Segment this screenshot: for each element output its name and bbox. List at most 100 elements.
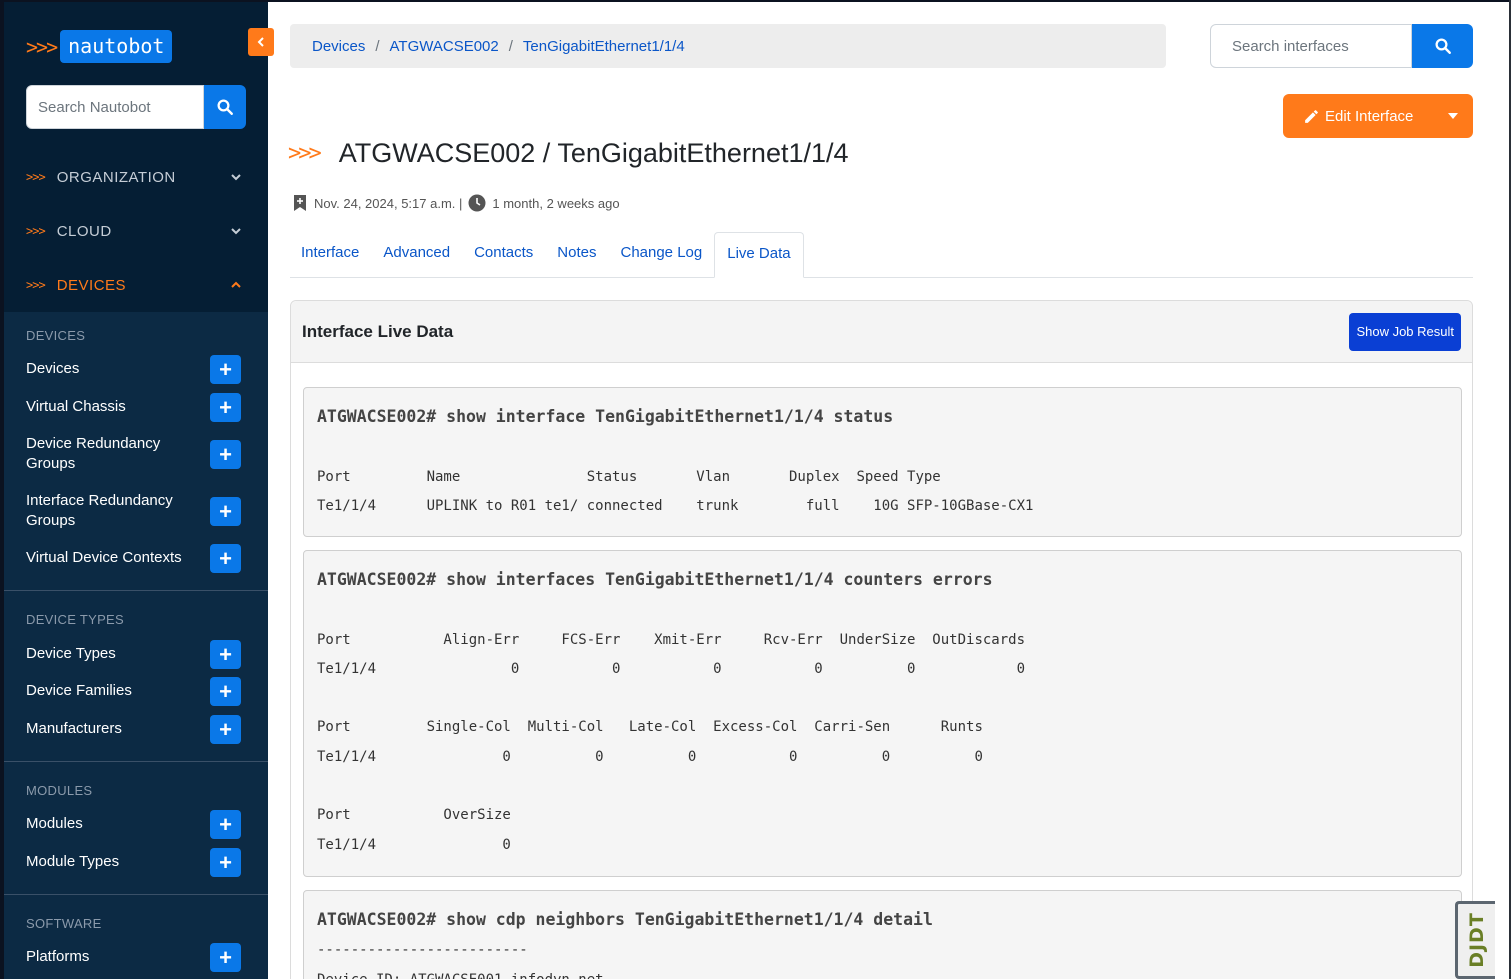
edit-interface-label: Edit Interface [1325, 107, 1414, 125]
breadcrumb-separator: / [508, 37, 513, 55]
plus-icon: + [219, 678, 232, 704]
object-metadata: Nov. 24, 2024, 5:17 a.m. | 1 month, 2 we… [292, 194, 620, 212]
breadcrumb-interface[interactable]: TenGigabitEthernet1/1/4 [523, 38, 685, 55]
sidebar-search [26, 85, 246, 129]
add-interface-redundancy-group-button[interactable]: + [210, 497, 241, 526]
add-device-button[interactable]: + [210, 355, 241, 384]
cli-command: ATGWACSE002# show cdp neighbors TenGigab… [317, 910, 933, 929]
live-data-panel: Interface Live Data Show Job Result ATGW… [290, 300, 1473, 979]
nav-section-cloud[interactable]: >>> CLOUD [26, 216, 246, 246]
nav-section-label: ORGANIZATION [56, 168, 176, 186]
add-device-redundancy-group-button[interactable]: + [210, 440, 241, 469]
add-manufacturer-button[interactable]: + [210, 715, 241, 744]
title-chevrons-icon: >>> [288, 141, 322, 166]
created-timestamp: Nov. 24, 2024, 5:17 a.m. | [314, 195, 463, 211]
breadcrumb: Devices / ATGWACSE002 / TenGigabitEthern… [290, 24, 1166, 68]
page-title-row: >>> ATGWACSE002 / TenGigabitEthernet1/1/… [288, 138, 849, 169]
caret-down-icon [1448, 113, 1458, 119]
nav-section-label: DEVICES [56, 276, 127, 294]
interface-search-button[interactable] [1412, 24, 1473, 68]
search-icon [217, 99, 233, 115]
cli-command: ATGWACSE002# show interface TenGigabitEt… [317, 407, 894, 426]
plus-icon: + [219, 441, 232, 467]
group-title-software: SOFTWARE [26, 916, 102, 931]
group-title-devices: DEVICES [26, 328, 86, 343]
nav-section-label: CLOUD [56, 222, 112, 240]
tab-interface[interactable]: Interface [290, 232, 371, 277]
divider [4, 761, 268, 762]
add-module-type-button[interactable]: + [210, 848, 241, 877]
bookmark-icon [292, 194, 308, 212]
tab-contacts[interactable]: Contacts [462, 232, 545, 277]
cli-output: ------------------------- Device ID: ATG… [317, 942, 604, 979]
add-platform-button[interactable]: + [210, 943, 241, 972]
edit-interface-button[interactable]: Edit Interface [1283, 108, 1433, 125]
sidebar-search-input[interactable] [26, 85, 204, 129]
chevron-down-icon [231, 174, 241, 181]
divider [4, 894, 268, 895]
menu-item-label: Interface Redundancy Groups [26, 492, 173, 529]
sidebar-collapse-button[interactable] [248, 28, 274, 56]
devices-submenu: DEVICES Devices + Virtual Chassis + Devi… [4, 312, 268, 979]
pencil-icon [1305, 109, 1318, 123]
menu-item-label: Virtual Device Contexts [26, 549, 182, 566]
cli-output: Port Name Status Vlan Duplex Speed Type … [317, 468, 1034, 514]
nav-section-devices[interactable]: >>> DEVICES [26, 270, 246, 300]
sidebar: >>> nautobot >>> ORGANIZATION >>> CLOUD … [4, 2, 268, 979]
cli-output-block: ATGWACSE002# show interfaces TenGigabitE… [303, 550, 1462, 877]
plus-icon: + [219, 394, 232, 420]
menu-item-label: Virtual Chassis [26, 398, 126, 415]
interface-search [1210, 24, 1473, 68]
breadcrumb-separator: / [375, 37, 380, 55]
add-virtual-chassis-button[interactable]: + [210, 393, 241, 422]
plus-icon: + [219, 811, 232, 837]
chevron-left-icon [257, 37, 264, 47]
plus-icon: + [219, 849, 232, 875]
cli-output-block: ATGWACSE002# show cdp neighbors TenGigab… [303, 890, 1462, 979]
debug-toolbar-label: DJDT [1465, 912, 1488, 968]
cli-output: Port Align-Err FCS-Err Xmit-Err Rcv-Err … [317, 631, 1026, 853]
tab-change-log[interactable]: Change Log [608, 232, 714, 277]
add-virtual-device-context-button[interactable]: + [210, 544, 241, 573]
edit-interface-button-group: Edit Interface [1283, 94, 1473, 138]
breadcrumb-devices[interactable]: Devices [312, 38, 365, 55]
plus-icon: + [219, 716, 232, 742]
menu-item-label: Device Families [26, 682, 132, 699]
tab-advanced[interactable]: Advanced [371, 232, 462, 277]
menu-item-label: Device Redundancy Groups [26, 435, 161, 472]
plus-icon: + [219, 641, 232, 667]
divider [4, 590, 268, 591]
show-job-result-button[interactable]: Show Job Result [1349, 312, 1461, 351]
logo-text: nautobot [60, 30, 173, 63]
add-module-button[interactable]: + [210, 810, 241, 839]
breadcrumb-device[interactable]: ATGWACSE002 [390, 38, 499, 55]
nav-section-organization[interactable]: >>> ORGANIZATION [26, 162, 246, 192]
clock-icon [468, 194, 486, 212]
group-title-modules: MODULES [26, 783, 93, 798]
add-device-family-button[interactable]: + [210, 677, 241, 706]
nautobot-logo[interactable]: >>> nautobot [26, 30, 173, 63]
tab-live-data[interactable]: Live Data [714, 232, 804, 278]
menu-item-label: Module Types [26, 853, 120, 870]
search-icon [1435, 38, 1451, 54]
add-device-type-button[interactable]: + [210, 640, 241, 669]
menu-item-label: Platforms [26, 948, 90, 965]
interface-search-input[interactable] [1210, 24, 1412, 68]
page-title: ATGWACSE002 / TenGigabitEthernet1/1/4 [338, 138, 849, 168]
sidebar-search-button[interactable] [204, 85, 246, 129]
panel-title: Interface Live Data [302, 321, 454, 341]
panel-header: Interface Live Data Show Job Result [291, 301, 1472, 363]
chevron-down-icon [231, 228, 241, 235]
menu-item-label: Devices [26, 360, 80, 377]
cli-command: ATGWACSE002# show interfaces TenGigabitE… [317, 570, 993, 589]
menu-item-label: Device Types [26, 645, 116, 662]
edit-interface-dropdown-toggle[interactable] [1433, 94, 1473, 138]
plus-icon: + [219, 356, 232, 382]
debug-toolbar-handle[interactable]: DJDT [1455, 901, 1495, 979]
updated-ago: 1 month, 2 weeks ago [492, 195, 620, 211]
chevron-up-icon [231, 281, 241, 288]
logo-chevrons: >>> [26, 34, 58, 59]
menu-item-label: Manufacturers [26, 720, 122, 737]
tab-notes[interactable]: Notes [545, 232, 608, 277]
menu-item-label: Modules [26, 815, 83, 832]
